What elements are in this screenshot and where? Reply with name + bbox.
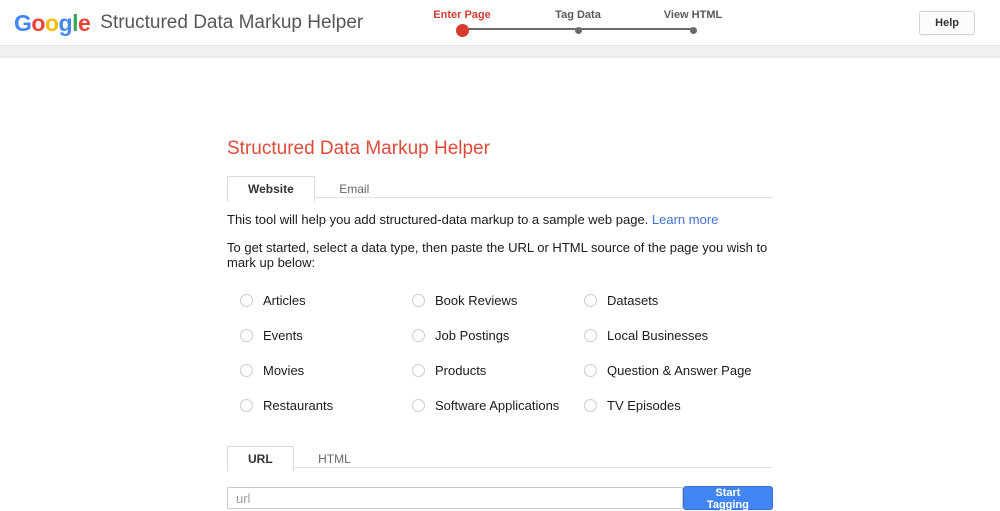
tab-url[interactable]: URL xyxy=(227,446,294,472)
step-label: Tag Data xyxy=(518,9,638,21)
step-label: Enter Page xyxy=(402,9,522,21)
logo-letter: o xyxy=(45,10,59,37)
logo-letter: e xyxy=(78,10,90,37)
source-tab-bar: Website Email xyxy=(227,175,773,198)
step-label: View HTML xyxy=(633,9,753,21)
tab-html[interactable]: HTML xyxy=(298,447,371,471)
radio-label: Job Postings xyxy=(435,328,509,343)
start-tagging-button[interactable]: Start Tagging xyxy=(683,486,773,510)
help-button[interactable]: Help xyxy=(919,11,975,35)
data-type-option-local-businesses[interactable]: Local Businesses xyxy=(584,328,786,343)
step-dot-active-icon xyxy=(456,24,469,37)
page-title: Structured Data Markup Helper xyxy=(227,138,773,160)
radio-icon[interactable] xyxy=(584,294,597,307)
radio-icon[interactable] xyxy=(584,399,597,412)
data-type-option-movies[interactable]: Movies xyxy=(240,363,412,378)
tab-email[interactable]: Email xyxy=(319,177,389,201)
app-header: Google Structured Data Markup Helper Ent… xyxy=(0,0,1000,46)
data-type-grid: Articles Book Reviews Datasets Events Jo… xyxy=(227,293,773,413)
main-content: Structured Data Markup Helper Website Em… xyxy=(227,58,773,510)
data-type-option-articles[interactable]: Articles xyxy=(240,293,412,308)
url-input[interactable] xyxy=(227,487,683,509)
progress-stepper: Enter Page Tag Data View HTML xyxy=(400,0,720,46)
intro-sentence: This tool will help you add structured-d… xyxy=(227,212,648,227)
radio-icon[interactable] xyxy=(584,329,597,342)
radio-icon[interactable] xyxy=(412,364,425,377)
data-type-option-book-reviews[interactable]: Book Reviews xyxy=(412,293,584,308)
data-type-option-datasets[interactable]: Datasets xyxy=(584,293,786,308)
radio-label: Question & Answer Page xyxy=(607,363,752,378)
logo-letter: o xyxy=(31,10,45,37)
radio-icon[interactable] xyxy=(240,364,253,377)
radio-label: Products xyxy=(435,363,486,378)
radio-icon[interactable] xyxy=(240,294,253,307)
radio-label: Book Reviews xyxy=(435,293,517,308)
step-view-html: View HTML xyxy=(633,9,753,38)
instructions-text: To get started, select a data type, then… xyxy=(227,240,773,270)
data-type-option-tv-episodes[interactable]: TV Episodes xyxy=(584,398,786,413)
step-dot-icon xyxy=(575,27,582,34)
radio-label: Software Applications xyxy=(435,398,559,413)
intro-text: This tool will help you add structured-d… xyxy=(227,212,773,227)
data-type-option-question-answer-page[interactable]: Question & Answer Page xyxy=(584,363,786,378)
radio-label: Movies xyxy=(263,363,304,378)
url-input-row: Start Tagging xyxy=(227,486,773,510)
data-type-option-job-postings[interactable]: Job Postings xyxy=(412,328,584,343)
data-type-option-events[interactable]: Events xyxy=(240,328,412,343)
data-type-option-products[interactable]: Products xyxy=(412,363,584,378)
app-title: Structured Data Markup Helper xyxy=(100,12,363,34)
step-dot-icon xyxy=(690,27,697,34)
radio-icon[interactable] xyxy=(412,329,425,342)
brand: Google Structured Data Markup Helper xyxy=(14,0,363,46)
radio-label: TV Episodes xyxy=(607,398,681,413)
radio-label: Restaurants xyxy=(263,398,333,413)
input-tab-bar: URL HTML xyxy=(227,445,773,468)
radio-label: Local Businesses xyxy=(607,328,708,343)
radio-icon[interactable] xyxy=(412,294,425,307)
radio-icon[interactable] xyxy=(584,364,597,377)
radio-icon[interactable] xyxy=(240,399,253,412)
google-logo: Google xyxy=(14,10,90,37)
step-enter-page: Enter Page xyxy=(402,9,522,38)
subheader-band xyxy=(0,46,1000,58)
data-type-option-software-applications[interactable]: Software Applications xyxy=(412,398,584,413)
radio-label: Events xyxy=(263,328,303,343)
radio-icon[interactable] xyxy=(240,329,253,342)
learn-more-link[interactable]: Learn more xyxy=(652,212,718,227)
step-tag-data: Tag Data xyxy=(518,9,638,38)
logo-letter: G xyxy=(14,10,31,37)
data-type-option-restaurants[interactable]: Restaurants xyxy=(240,398,412,413)
radio-label: Datasets xyxy=(607,293,658,308)
radio-icon[interactable] xyxy=(412,399,425,412)
radio-label: Articles xyxy=(263,293,306,308)
tab-website[interactable]: Website xyxy=(227,176,315,202)
logo-letter: g xyxy=(59,10,73,37)
